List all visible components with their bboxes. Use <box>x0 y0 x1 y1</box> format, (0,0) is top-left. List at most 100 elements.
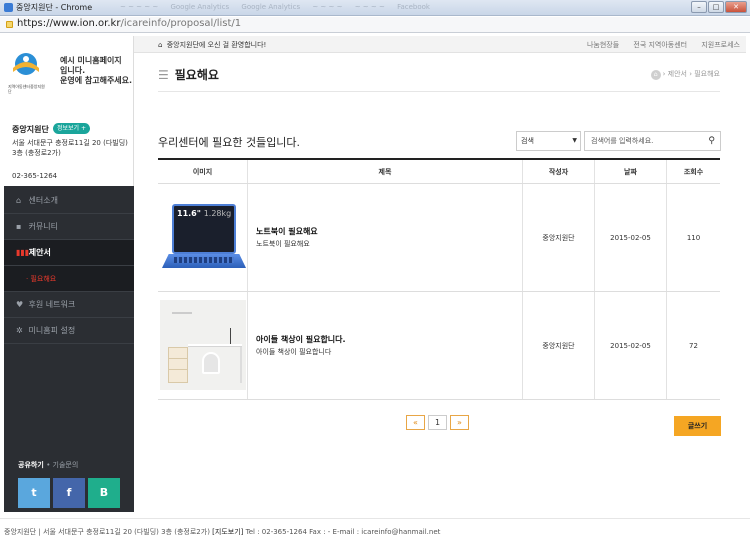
sidebar-subitem-needs[interactable]: · 필요해요 <box>4 266 134 292</box>
chat-icon: ▪ <box>16 222 22 231</box>
blog-button[interactable]: B <box>88 478 120 508</box>
row-title[interactable]: 아이들 책상이 필요합니다. <box>256 334 514 345</box>
sidebar-item-support-network[interactable]: ♥ 후원 네트워크 <box>4 292 134 318</box>
row-thumbnail[interactable]: 11.6" 1.28kg <box>158 184 248 291</box>
window-title: 중앙지원단 - Chrome <box>16 3 93 12</box>
background-tab[interactable]: Facebook <box>397 3 430 11</box>
menu-lines-icon: ☰ <box>158 68 169 82</box>
write-button[interactable]: 글쓰기 <box>674 416 721 436</box>
org-name: 중앙지원단 <box>12 125 49 134</box>
laptop-spec: 11.6" 1.28kg <box>177 209 231 218</box>
sidebar-item-center-intro[interactable]: ⌂ 센터소개 <box>4 188 134 214</box>
caret-down-icon: ▼ <box>572 137 577 144</box>
footer: 중앙지원단 | 서울 서대문구 충정로11길 20 (다빌딩) 3층 (충정로2… <box>0 518 750 545</box>
sidebar-item-community[interactable]: ▪ 커뮤니티 <box>4 214 134 240</box>
logo-caption: 지역아동센터중앙지원단 <box>8 84 45 94</box>
row-author: 중앙지원단 <box>523 184 595 291</box>
desk-top-shape <box>188 344 242 347</box>
search-icon[interactable]: ⚲ <box>708 132 715 150</box>
top-link-process[interactable]: 지원프로세스 <box>701 41 740 49</box>
search-type-value: 검색 <box>521 137 534 145</box>
section-heading: 우리센터에 필요한 것들입니다. <box>158 136 301 149</box>
top-link-centers[interactable]: 전국 지역아동센터 <box>633 41 687 49</box>
sidebar-item-proposal[interactable]: ▮▮▮ 제안서 <box>4 240 134 266</box>
desk-image[interactable] <box>160 300 246 390</box>
drawer-shape <box>168 347 188 383</box>
top-links: 나눔현장들 전국 지역아동센터 지원프로세스 <box>575 40 740 50</box>
column-header: 조회수 <box>683 168 704 176</box>
footer-info: 중앙지원단 | 서울 서대문구 충정로11길 20 (다빌딩) 3층 (충정로2… <box>4 527 440 537</box>
notice-line: 운영에 참고해주세요. <box>60 76 133 85</box>
footer-contact: Tel : 02-365-1264 Fax : - E-mail : icare… <box>245 528 441 536</box>
facebook-button[interactable]: f <box>53 478 85 508</box>
table-row[interactable]: 아이들 책상이 필요합니다. 아이들 책상이 필요합니다 중앙지원단 2015-… <box>158 292 720 400</box>
url-text[interactable]: https://www.ion.or.kr/icareinfo/proposal… <box>17 18 241 29</box>
page-title-text: 필요해요 <box>174 68 219 82</box>
search-type-select[interactable]: 검색 ▼ <box>516 131 581 151</box>
top-utility-bar: ⌂ 중앙지원단에 오신 걸 환영합니다! 나눔현장들 전국 지역아동센터 지원프… <box>134 36 746 53</box>
sidebar-item-label: 미니홈피 설정 <box>28 326 76 335</box>
background-tab[interactable]: ~ ~ ~ ~ <box>312 3 342 11</box>
share-text: 공유하기 <box>18 461 44 469</box>
blog-icon: B <box>99 486 109 499</box>
heart-icon: ♥ <box>16 300 24 309</box>
background-tab[interactable]: Google Analytics <box>241 3 300 11</box>
facebook-icon: f <box>66 486 72 499</box>
row-title-cell[interactable]: 노트북이 필요해요 노트북이 필요해요 <box>248 184 523 291</box>
sidebar-item-label: 후원 네트워크 <box>28 300 76 309</box>
lock-icon <box>6 21 13 28</box>
row-title[interactable]: 노트북이 필요해요 <box>256 226 514 237</box>
row-thumbnail[interactable] <box>158 292 248 399</box>
url-host: https://www.ion.or.kr <box>17 18 121 29</box>
faq-link[interactable]: • 기술문의 <box>46 461 78 469</box>
next-page-button[interactable]: » <box>450 415 469 430</box>
sidebar-item-settings[interactable]: ✲ 미니홈피 설정 <box>4 318 134 344</box>
laptop-screen: 11.6" 1.28kg <box>172 204 236 254</box>
maximize-button[interactable]: □ <box>708 1 724 13</box>
home-icon[interactable]: ⌂ <box>158 41 162 49</box>
twitter-button[interactable]: t <box>18 478 50 508</box>
close-button[interactable]: ✕ <box>725 1 747 13</box>
sidebar-item-label: 커뮤니티 <box>28 222 58 231</box>
gear-icon: ✲ <box>16 326 23 335</box>
welcome-message: ⌂ 중앙지원단에 오신 걸 환영합니다! <box>158 40 266 50</box>
sidebar-item-label: 센터소개 <box>28 196 58 205</box>
minimize-button[interactable]: – <box>691 1 707 13</box>
footer-map-link[interactable]: [지도보기] <box>212 528 243 536</box>
desk-leg-shape <box>240 347 242 383</box>
breadcrumb: ⌂ › 제안서 › 필요해요 <box>650 69 720 80</box>
column-header: 제목 <box>248 160 523 183</box>
search-placeholder: 검색어를 입력하세요. <box>591 137 654 145</box>
address-bar[interactable]: https://www.ion.or.kr/icareinfo/proposal… <box>0 17 750 33</box>
twitter-icon: t <box>31 486 37 499</box>
laptop-image[interactable]: 11.6" 1.28kg <box>160 198 246 278</box>
background-tab[interactable]: ~ ~ ~ ~ ~ <box>120 3 158 11</box>
table-header: 이미지 제목 작성자 날짜 조회수 <box>158 160 720 184</box>
shelf-shape <box>172 312 192 314</box>
background-tab[interactable]: Google Analytics <box>170 3 229 11</box>
laptop-keyboard <box>174 257 234 263</box>
search-input[interactable]: 검색어를 입력하세요. ⚲ <box>584 131 721 151</box>
proposal-table: 이미지 제목 작성자 날짜 조회수 11.6" 1.28kg 노트북이 필요해요… <box>158 158 720 400</box>
row-date: 2015-02-05 <box>595 292 667 399</box>
breadcrumb-text[interactable]: › 제안서 › 필요해요 <box>663 70 720 78</box>
home-icon[interactable]: ⌂ <box>650 70 661 80</box>
top-link-sharing[interactable]: 나눔현장들 <box>587 41 619 49</box>
sidebar-profile: 지역아동센터중앙지원단 예시 미니홈페이지 입니다. 운영에 참고해주세요. 중… <box>4 36 134 186</box>
row-date: 2015-02-05 <box>595 184 667 291</box>
page-number[interactable]: 1 <box>428 415 447 430</box>
sidebar-item-label: 제안서 <box>28 248 51 257</box>
logo-icon[interactable] <box>10 50 42 84</box>
footer-address: 중앙지원단 | 서울 서대문구 충정로11길 20 (다빌딩) 3층 (충정로2… <box>4 528 210 536</box>
column-header: 날짜 <box>595 160 667 183</box>
info-button[interactable]: 정보보기 + <box>53 123 91 134</box>
favicon-icon <box>4 3 13 12</box>
lamp-shape <box>230 328 238 344</box>
row-description: 아이들 책상이 필요합니다 <box>256 348 332 356</box>
home-icon: ⌂ <box>16 196 22 205</box>
laptop-size: 11.6" <box>177 209 201 218</box>
row-title-cell[interactable]: 아이들 책상이 필요합니다. 아이들 책상이 필요합니다 <box>248 292 523 399</box>
prev-page-button[interactable]: « <box>406 415 425 430</box>
background-tab[interactable]: ~ ~ ~ ~ <box>355 3 385 11</box>
table-row[interactable]: 11.6" 1.28kg 노트북이 필요해요 노트북이 필요해요 중앙지원단 2… <box>158 184 720 292</box>
